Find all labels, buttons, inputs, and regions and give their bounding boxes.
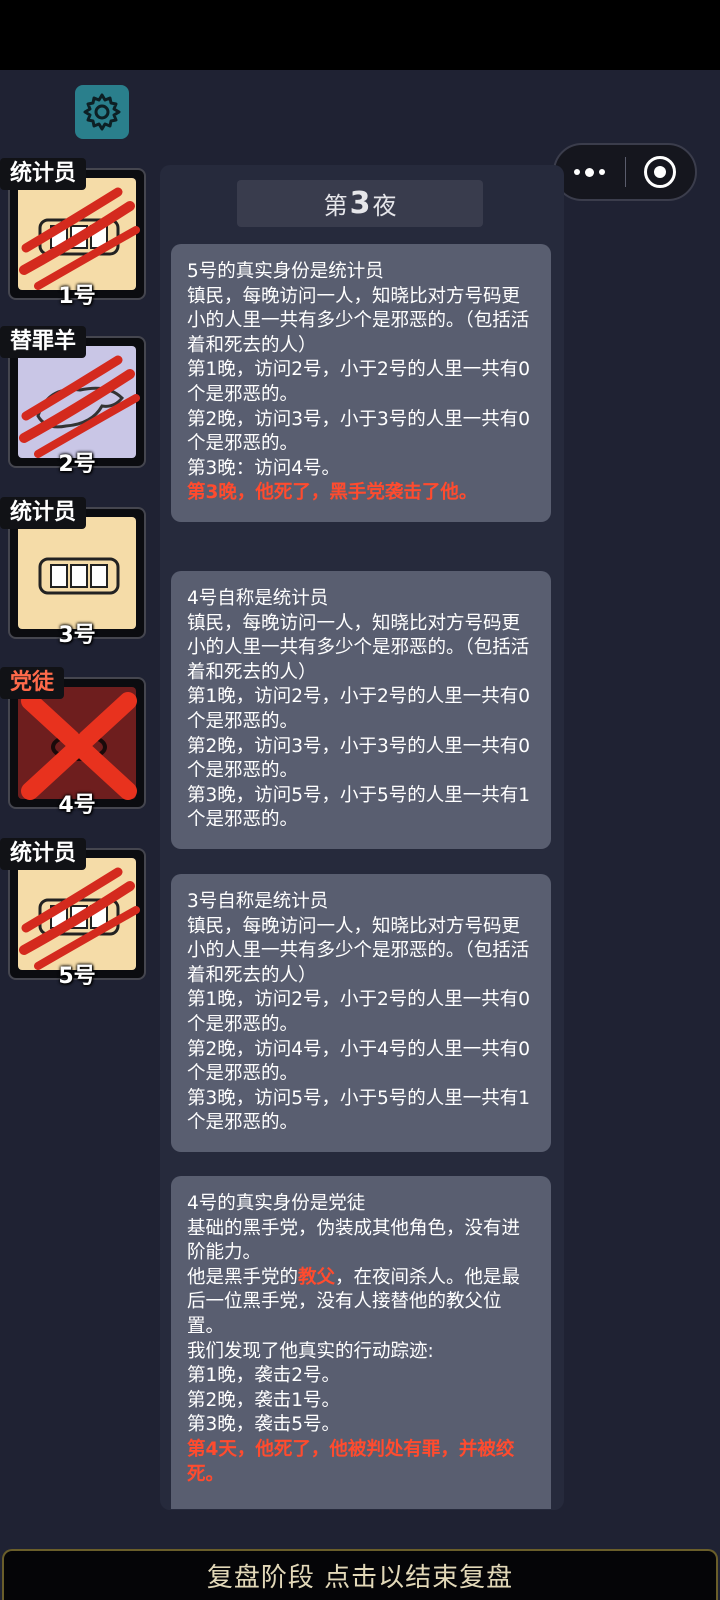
- claw-mark-icon: [19, 867, 140, 970]
- death-notice: 第4天，他死了，他被判处有罪，并被绞死。: [187, 1438, 515, 1485]
- player-number: 1号: [58, 284, 96, 309]
- death-notice: 第3晚，他死了，黑手党袭击了他。: [187, 482, 478, 504]
- log-entry: 4号自称是统计员 镇民，每晚访问一人，知晓比对方号码更小的人里一共有多少个是邪恶…: [171, 571, 551, 849]
- role-tag: 党徒: [0, 667, 65, 699]
- role-tag: 统计员: [0, 158, 87, 190]
- mini-program-capsule: [553, 143, 697, 201]
- settings-button[interactable]: [75, 85, 129, 139]
- role-tag: 统计员: [0, 838, 87, 870]
- more-button[interactable]: [555, 145, 625, 199]
- role-tag: 替罪羊: [0, 326, 87, 358]
- player-card-3[interactable]: 统计员 3号: [0, 497, 146, 648]
- gear-icon: [83, 93, 121, 131]
- player-number: 3号: [58, 623, 96, 648]
- record-icon: [644, 156, 677, 188]
- counter-icon: [38, 557, 120, 595]
- log-entry: 5号的真实身份是统计员 镇民，每晚访问一人，知晓比对方号码更小的人里一共有多少个…: [171, 244, 551, 522]
- player-number: 2号: [58, 452, 96, 477]
- executed-x-icon: [21, 692, 137, 800]
- player-number: 4号: [58, 793, 96, 818]
- claw-mark-icon: [19, 187, 140, 290]
- player-number: 5号: [58, 964, 96, 989]
- godfather-highlight: 教父: [298, 1266, 336, 1288]
- log-entry: 4号的真实身份是党徒 基础的黑手党，伪装成其他角色，没有进阶能力。 他是黑手党的…: [171, 1176, 551, 1509]
- player-card-1[interactable]: 统计员 1号: [0, 158, 146, 309]
- end-review-button[interactable]: 复盘阶段 点击以结束复盘: [2, 1549, 718, 1600]
- role-tag: 统计员: [0, 497, 87, 529]
- log-entry: 3号自称是统计员 镇民，每晚访问一人，知晓比对方号码更小的人里一共有多少个是邪恶…: [171, 874, 551, 1152]
- player-card-5[interactable]: 统计员 5号: [0, 838, 146, 989]
- claw-mark-icon: [19, 355, 140, 458]
- player-card-2[interactable]: 替罪羊 2号: [0, 326, 146, 477]
- more-dots-icon: [574, 167, 606, 177]
- status-bar: [0, 0, 720, 70]
- player-card-4[interactable]: 党徒 4号: [0, 667, 146, 818]
- close-button[interactable]: [626, 145, 696, 199]
- night-title: 第3夜: [237, 180, 483, 227]
